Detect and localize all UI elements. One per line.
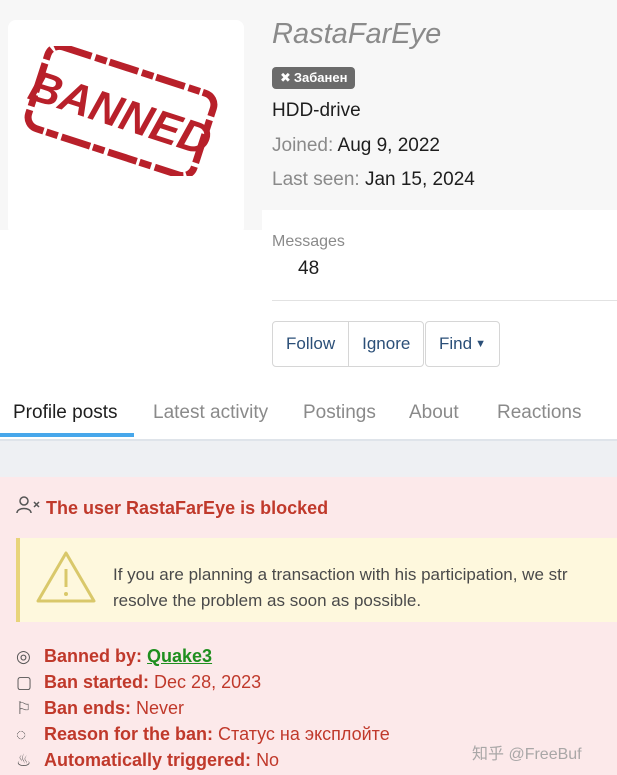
- ban-ends-row: ⚐ Ban ends: Never: [16, 698, 184, 719]
- divider: [272, 300, 617, 301]
- user-circle-icon: ◎: [16, 647, 31, 666]
- ban-ends-label: Ban ends:: [44, 698, 132, 718]
- find-button[interactable]: Find ▼: [425, 321, 500, 367]
- banned-by-label: Banned by:: [44, 646, 143, 666]
- messages-label: Messages: [272, 233, 345, 250]
- ban-started-value: Dec 28, 2023: [154, 672, 262, 692]
- ban-reason-label: Reason for the ban:: [44, 724, 214, 744]
- tab-about[interactable]: About: [409, 402, 459, 424]
- warning-line-2: resolve the problem as soon as possible.: [113, 591, 422, 610]
- banned-by-row: ◎ Banned by: Quake3: [16, 646, 212, 667]
- fire-icon: ♨: [16, 751, 32, 770]
- username: RastaFarEye: [272, 18, 442, 50]
- last-seen-value: Jan 15, 2024: [364, 169, 475, 190]
- content-spacer: [0, 441, 617, 477]
- user-title: HDD-drive: [272, 100, 361, 121]
- messages-count[interactable]: 48: [298, 258, 319, 280]
- svg-text:BANNED: BANNED: [23, 61, 217, 166]
- warning-line-1: If you are planning a transaction with h…: [113, 565, 568, 584]
- ban-ends-value: Never: [136, 698, 185, 718]
- follow-button[interactable]: Follow: [273, 322, 348, 366]
- active-tab-indicator: [0, 433, 134, 437]
- last-seen-label: Last seen:: [272, 169, 360, 190]
- banned-stamp-logo: BANNED: [23, 46, 218, 176]
- find-label: Find: [439, 334, 473, 353]
- banned-badge: ✖ Забанен: [272, 67, 356, 89]
- caret-down-icon: ▼: [475, 338, 486, 350]
- ban-started-row: ▢ Ban started: Dec 28, 2023: [16, 672, 261, 693]
- auto-triggered-row: ♨ Automatically triggered: No: [16, 750, 279, 771]
- auto-triggered-value: No: [256, 750, 280, 770]
- tab-reactions[interactable]: Reactions: [497, 402, 582, 424]
- calendar-icon: ▢: [16, 673, 33, 692]
- tab-postings[interactable]: Postings: [303, 402, 376, 424]
- watermark: 知乎 @FreeBuf: [472, 746, 582, 763]
- blocked-heading-text: The user RastaFarEye is blocked: [46, 498, 329, 518]
- blocked-heading: The user RastaFarEye is blocked: [16, 496, 328, 519]
- joined-label: Joined:: [272, 135, 334, 156]
- last-seen-line: Last seen: Jan 15, 2024: [272, 169, 475, 191]
- comment-icon: ◌: [16, 725, 27, 744]
- ban-started-label: Ban started:: [44, 672, 150, 692]
- warning-icon: [36, 551, 96, 603]
- follow-ignore-group: Follow Ignore: [272, 321, 425, 367]
- banned-by-link[interactable]: Quake3: [147, 646, 212, 666]
- ban-reason-value: Статус на эксплойте: [218, 724, 390, 744]
- ban-reason-row: ◌ Reason for the ban: Статус на эксплойте: [16, 724, 390, 745]
- tab-latest-activity[interactable]: Latest activity: [153, 402, 268, 424]
- close-icon: ✖: [280, 70, 291, 85]
- auto-triggered-label: Automatically triggered:: [44, 750, 252, 770]
- user-blocked-icon: [16, 496, 46, 519]
- tab-profile-posts[interactable]: Profile posts: [13, 402, 118, 424]
- flag-icon: ⚐: [16, 699, 32, 718]
- joined-line: Joined: Aug 9, 2022: [272, 135, 440, 157]
- warning-text: If you are planning a transaction with h…: [113, 562, 617, 614]
- joined-value: Aug 9, 2022: [337, 135, 440, 156]
- ignore-button[interactable]: Ignore: [348, 322, 423, 366]
- badge-label: Забанен: [293, 70, 348, 85]
